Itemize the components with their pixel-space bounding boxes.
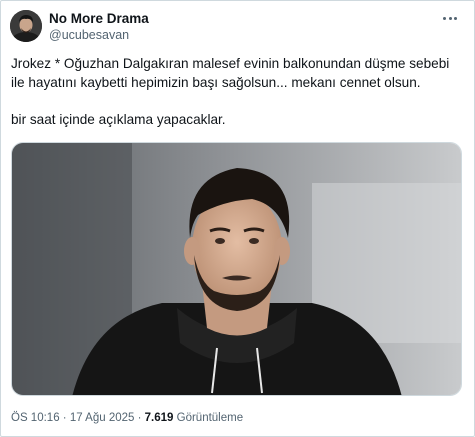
tweet-meta: ÖS 10:16 · 17 Ağu 2025 · 7.619 Görüntüle…	[11, 411, 243, 425]
views-label: Görüntüleme	[173, 412, 244, 424]
tweet-text-line: ile hayatını kaybetti hepimizin başı sağ…	[11, 75, 421, 90]
views-count: 7.619	[144, 412, 174, 424]
tweet-card: No More Drama @ucubesavan Jrokez * Oğuzh…	[0, 0, 475, 437]
tweet-date[interactable]: 17 Ağu 2025	[70, 412, 135, 424]
avatar[interactable]	[10, 10, 42, 42]
more-horizontal-icon[interactable]	[440, 10, 460, 26]
meta-separator: ·	[59, 412, 70, 424]
author-display-name[interactable]: No More Drama	[49, 11, 149, 27]
author-handle[interactable]: @ucubesavan	[49, 27, 149, 43]
author-info: No More Drama @ucubesavan	[49, 11, 149, 43]
meta-separator: ·	[134, 412, 145, 424]
tweet-time[interactable]: ÖS 10:16	[11, 412, 60, 424]
tweet-text-line: bir saat içinde açıklama yapacaklar.	[11, 112, 226, 127]
tweet-text: Jrokez * Oğuzhan Dalgakıran malesef evin…	[11, 54, 466, 129]
tweet-text-line: Jrokez * Oğuzhan Dalgakıran malesef evin…	[11, 56, 450, 71]
tweet-photo[interactable]	[11, 142, 462, 396]
